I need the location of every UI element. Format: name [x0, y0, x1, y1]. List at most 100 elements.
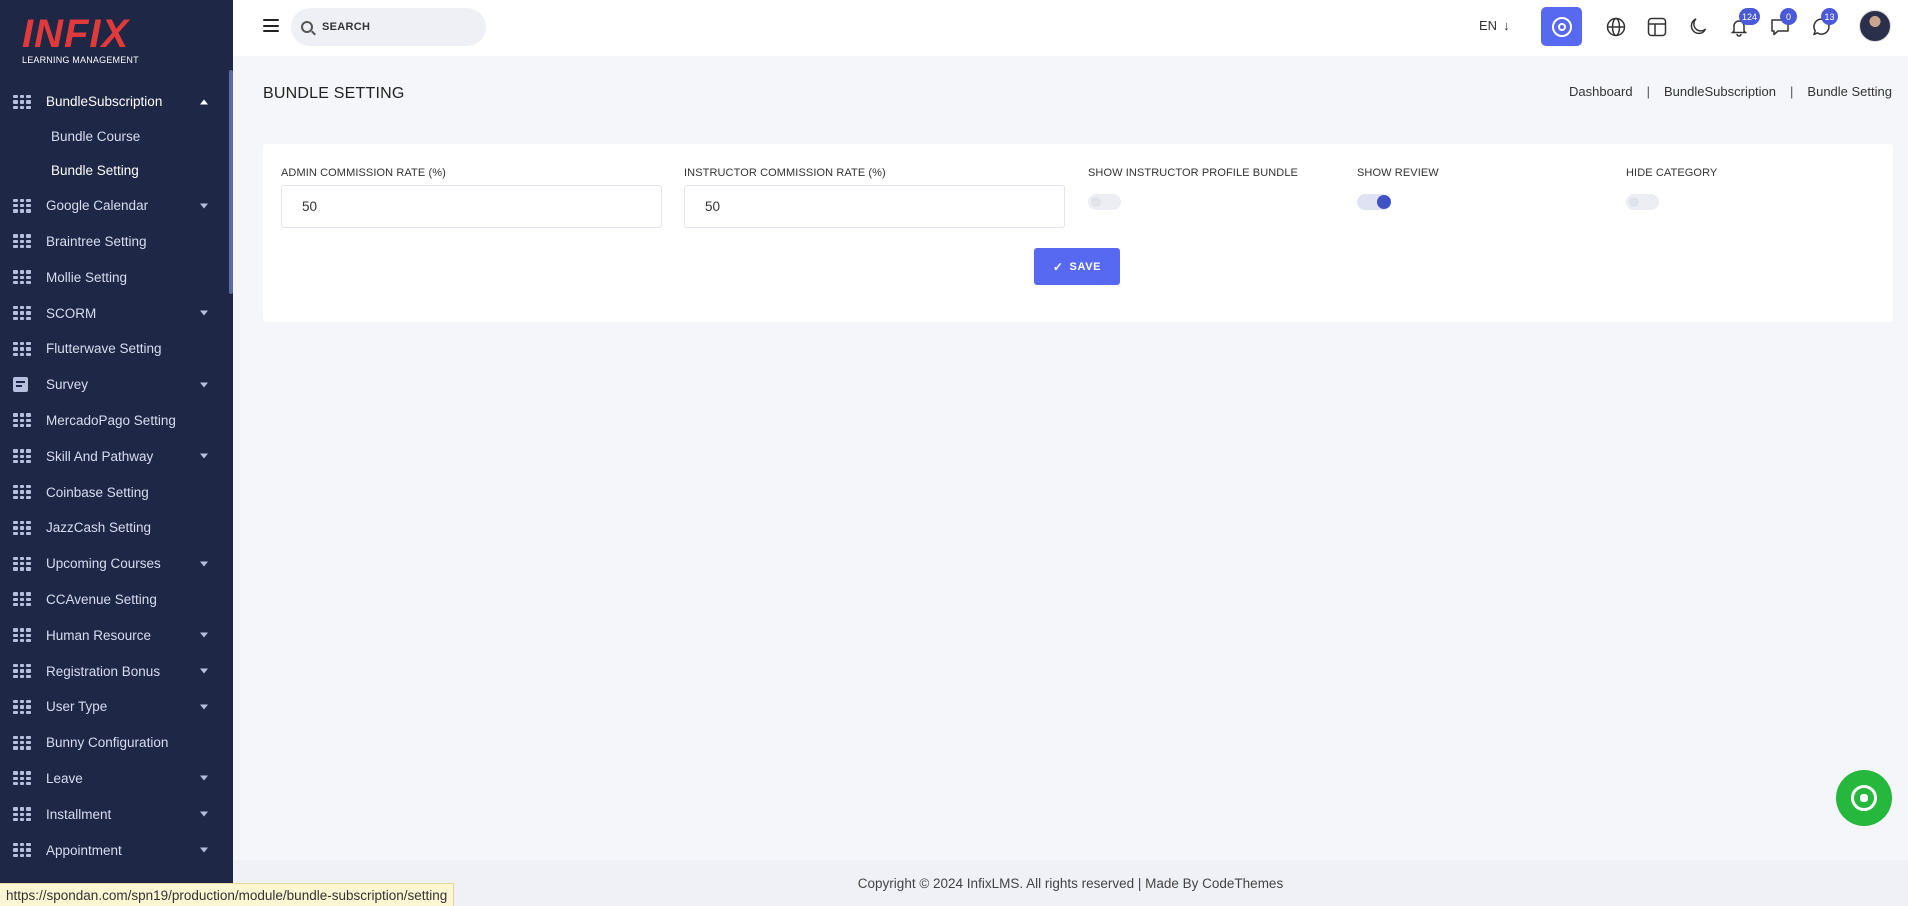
grid-icon — [13, 306, 31, 321]
whatsapp-float-button[interactable] — [1836, 770, 1892, 826]
grid-icon — [13, 664, 31, 679]
search-input[interactable] — [322, 21, 472, 33]
breadcrumb-bundle-setting[interactable]: Bundle Setting — [1807, 84, 1892, 99]
save-label: SAVE — [1069, 260, 1102, 273]
layout-icon — [1647, 17, 1667, 37]
hide-category-toggle[interactable] — [1626, 194, 1659, 210]
sidebar-item-mollie-setting[interactable]: Mollie Setting — [0, 259, 228, 295]
sidebar-item-coinbase-setting[interactable]: Coinbase Setting — [0, 474, 228, 510]
grid-icon — [13, 735, 31, 750]
sidebar-item-installment[interactable]: Installment — [0, 796, 228, 832]
sidebar-item-scorm[interactable]: SCORM — [0, 295, 228, 331]
arrow-down-icon: ↓ — [1503, 18, 1510, 33]
sidebar-item-skill-and-pathway[interactable]: Skill And Pathway — [0, 438, 228, 474]
language-selector[interactable]: EN ↓ — [1479, 18, 1510, 33]
caret-up-icon — [200, 99, 208, 105]
toggle-knob — [1629, 197, 1639, 207]
breadcrumb-separator: | — [1790, 84, 1794, 99]
caret-down-icon — [200, 847, 208, 853]
sidebar-item-bundlesubscription[interactable]: BundleSubscription — [0, 84, 228, 120]
sidebar-item-ccavenue-setting[interactable]: CCAvenue Setting — [0, 582, 228, 618]
grid-icon — [13, 198, 31, 213]
submenu-item-bundle-course[interactable]: Bundle Course — [0, 120, 228, 154]
show-review-label: SHOW REVIEW — [1357, 167, 1439, 179]
sidebar-item-leave[interactable]: Leave — [0, 761, 228, 797]
caret-down-icon — [200, 632, 208, 638]
sidebar-item-label: Installment — [46, 806, 112, 822]
sidebar-item-flutterwave-setting[interactable]: Flutterwave Setting — [0, 331, 228, 367]
show-review-toggle[interactable] — [1357, 194, 1391, 210]
sidebar-item-google-calendar[interactable]: Google Calendar — [0, 188, 228, 224]
sidebar-item-upcoming-courses[interactable]: Upcoming Courses — [0, 546, 228, 582]
notifications-button[interactable]: 124 — [1727, 8, 1761, 39]
toggle-knob — [1091, 197, 1101, 207]
grid-icon — [13, 592, 31, 607]
moon-icon — [1690, 18, 1707, 35]
breadcrumb-dashboard[interactable]: Dashboard — [1569, 84, 1633, 99]
breadcrumb-bundle-subscription[interactable]: BundleSubscription — [1664, 84, 1776, 99]
sidebar-item-mercadopago-setting[interactable]: MercadoPago Setting — [0, 403, 228, 439]
settings-button[interactable] — [1541, 7, 1582, 46]
bundle-settings-card: ADMIN COMMISSION RATE (%) INSTRUCTOR COM… — [263, 144, 1893, 322]
sidebar-item-label: Leave — [46, 770, 83, 786]
caret-down-icon — [200, 203, 208, 209]
breadcrumb-separator: | — [1646, 84, 1650, 99]
search-icon — [301, 21, 313, 33]
layout-button[interactable] — [1645, 15, 1669, 39]
sidebar-item-label: Braintree Setting — [46, 233, 147, 249]
toggle-knob — [1377, 195, 1391, 209]
sidebar-item-bunny-configuration[interactable]: Bunny Configuration — [0, 725, 228, 761]
show-instructor-profile-toggle[interactable] — [1088, 194, 1121, 210]
document-icon — [13, 377, 28, 393]
save-button[interactable]: ✓ SAVE — [1034, 248, 1120, 285]
logo-main-text: INFIX — [22, 12, 130, 56]
sidebar-item-label: Bunny Configuration — [46, 735, 169, 751]
sidebar-scrollbar[interactable] — [229, 70, 233, 294]
show-instructor-profile-label: SHOW INSTRUCTOR PROFILE BUNDLE — [1088, 167, 1298, 179]
sidebar-item-human-resource[interactable]: Human Resource — [0, 617, 228, 653]
sidebar-item-label: CCAvenue Setting — [46, 591, 157, 607]
sidebar-item-label: Google Calendar — [46, 198, 149, 214]
caret-down-icon — [200, 668, 208, 674]
admin-commission-label: ADMIN COMMISSION RATE (%) — [281, 167, 446, 179]
page-title: BUNDLE SETTING — [263, 85, 405, 102]
grid-icon — [13, 449, 31, 464]
breadcrumb: Dashboard | BundleSubscription | Bundle … — [1569, 84, 1892, 99]
sidebar-item-survey[interactable]: Survey — [0, 367, 228, 403]
infix-logo[interactable]: INFIX LEARNING MANAGEMENT — [22, 14, 172, 68]
submenu-item-bundle-setting[interactable]: Bundle Setting — [0, 154, 228, 188]
admin-commission-input[interactable] — [281, 185, 662, 228]
instructor-commission-input[interactable] — [684, 185, 1065, 228]
sidebar-item-label: Upcoming Courses — [46, 556, 161, 572]
sidebar-item-label: Skill And Pathway — [46, 448, 154, 464]
globe-button[interactable] — [1604, 15, 1628, 39]
grid-icon — [13, 485, 31, 500]
grid-icon — [13, 699, 31, 714]
caret-down-icon — [200, 811, 208, 817]
logo-sub-text: LEARNING MANAGEMENT — [22, 55, 139, 65]
sidebar-item-label: JazzCash Setting — [46, 520, 152, 536]
whatsapp-header-button[interactable]: 13 — [1809, 8, 1838, 39]
caret-down-icon — [200, 453, 208, 459]
sidebar-item-registration-bonus[interactable]: Registration Bonus — [0, 653, 228, 689]
sidebar-item-user-type[interactable]: User Type — [0, 689, 228, 725]
sidebar-item-jazzcash-setting[interactable]: JazzCash Setting — [0, 510, 228, 546]
sidebar-item-label: Flutterwave Setting — [46, 341, 162, 357]
sidebar: INFIX LEARNING MANAGEMENT BundleSubscrip… — [0, 0, 233, 906]
grid-icon — [13, 520, 31, 535]
sidebar-item-label: Coinbase Setting — [46, 484, 149, 500]
messages-button[interactable]: 0 — [1768, 8, 1797, 39]
hamburger-menu-icon[interactable] — [263, 19, 279, 32]
grid-icon — [13, 413, 31, 428]
globe-icon — [1606, 17, 1626, 37]
sidebar-item-appointment[interactable]: Appointment — [0, 832, 228, 868]
sidebar-item-braintree-setting[interactable]: Braintree Setting — [0, 224, 228, 260]
caret-down-icon — [200, 775, 208, 781]
caret-down-icon — [200, 310, 208, 316]
dark-mode-button[interactable] — [1686, 15, 1710, 39]
user-avatar[interactable] — [1859, 10, 1891, 42]
search-box[interactable] — [291, 8, 486, 46]
whatsapp-badge: 13 — [1821, 8, 1838, 25]
sidebar-item-label: Appointment — [46, 842, 122, 858]
grid-icon — [13, 94, 31, 109]
